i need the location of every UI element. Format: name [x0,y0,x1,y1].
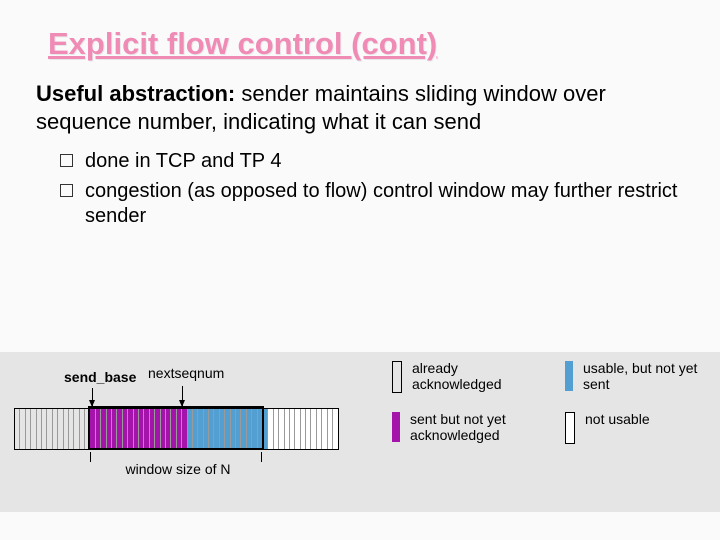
legend: already acknowledged usable, but not yet… [392,360,708,462]
legend-text: sent but not yet acknowledged [410,411,535,443]
swatch-usable-icon [565,361,573,391]
intro-label: Useful abstraction: [36,81,235,106]
slide-title: Explicit flow control (cont) [48,26,692,62]
window-size-label: window size of N [108,462,248,477]
arrow-down-icon [92,388,93,406]
legend-item-acked: already acknowledged [392,360,535,393]
brace-tick-icon [261,452,262,462]
legend-text: not usable [585,411,650,427]
intro-paragraph: Useful abstraction: sender maintains sli… [36,80,684,135]
square-bullet-icon [60,184,73,197]
square-bullet-icon [60,154,73,167]
seq-tick [333,409,338,449]
send-base-label: send_base [64,370,136,385]
legend-item-not-usable: not usable [565,411,708,444]
swatch-not-usable-icon [565,412,575,444]
list-item: congestion (as opposed to flow) control … [36,179,684,230]
brace-tick-icon [90,452,91,462]
legend-text: already acknowledged [412,360,535,392]
legend-row: sent but not yet acknowledged not usable [392,411,708,444]
legend-item-sent: sent but not yet acknowledged [392,411,535,444]
swatch-sent-icon [392,412,400,442]
legend-row: already acknowledged usable, but not yet… [392,360,708,393]
list-item: done in TCP and TP 4 [36,149,684,175]
nextseqnum-label: nextseqnum [148,366,224,381]
bullet-list: done in TCP and TP 4 congestion (as oppo… [36,149,684,230]
bullet-text: congestion (as opposed to flow) control … [85,179,684,230]
swatch-acked-icon [392,361,402,393]
arrow-down-icon [182,386,183,406]
legend-text: usable, but not yet sent [583,360,708,392]
sequence-bar [14,408,339,450]
bullet-text: done in TCP and TP 4 [85,149,684,175]
legend-item-usable: usable, but not yet sent [565,360,708,393]
slide: Explicit flow control (cont) Useful abst… [0,0,720,540]
sliding-window-diagram: send_base nextseqnum window size of N al… [0,352,720,512]
